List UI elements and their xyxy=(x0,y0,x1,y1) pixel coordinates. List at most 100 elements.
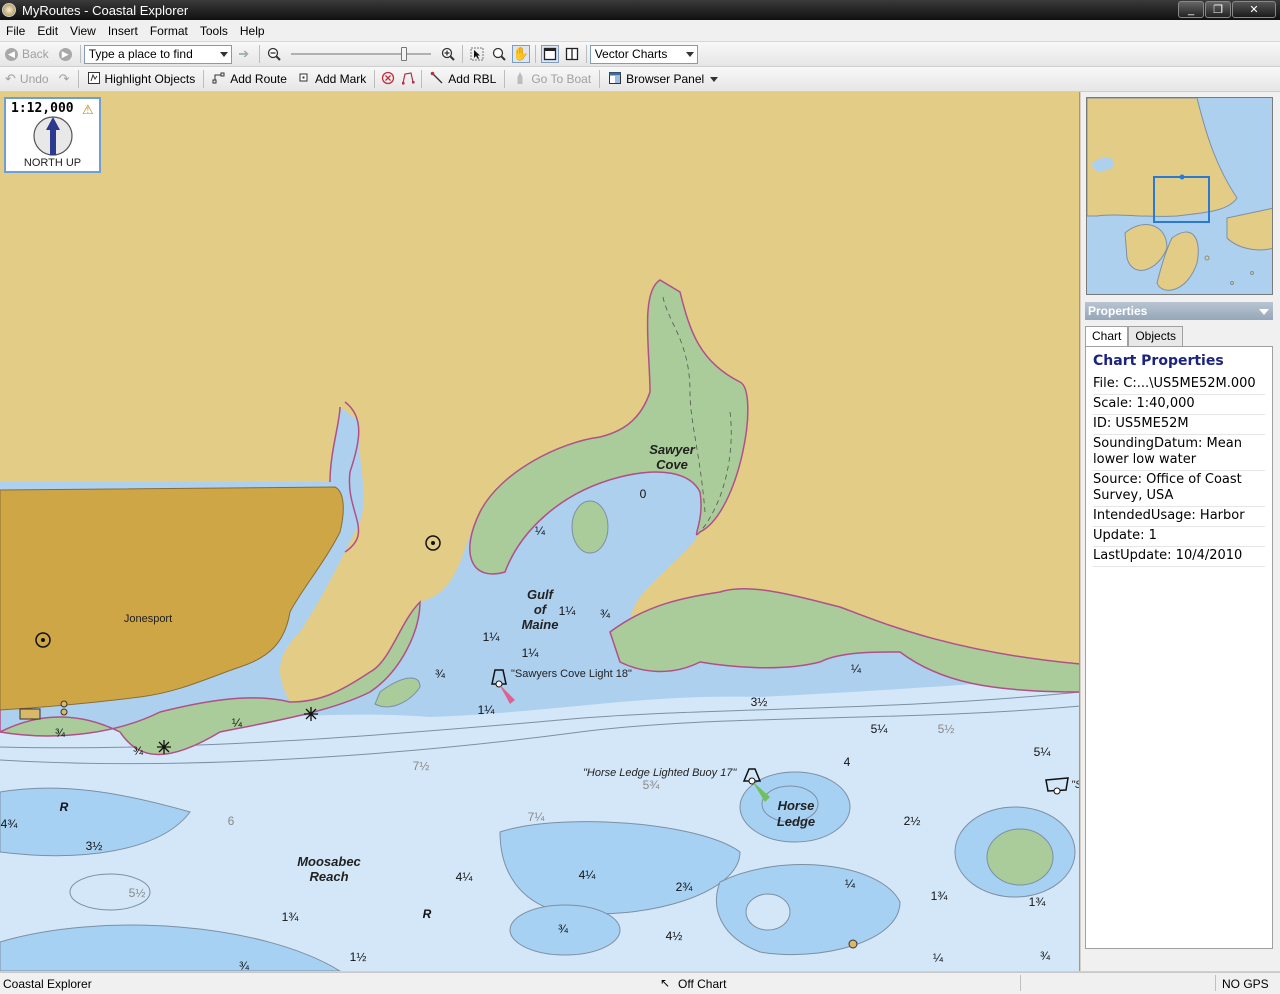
moosabec-reach-label-1: Moosabec xyxy=(297,854,361,869)
maximize-button[interactable]: ❐ xyxy=(1205,1,1231,18)
highlight-icon xyxy=(87,71,101,88)
pan-tool-button[interactable]: ✋ xyxy=(510,43,532,65)
zoom-out-button[interactable] xyxy=(263,43,285,65)
forward-button[interactable]: ▶ xyxy=(54,43,77,65)
zoom-slider-track xyxy=(290,53,431,55)
north-arrow-icon xyxy=(33,116,73,156)
sawyer-cove-label-1: Sawyer xyxy=(649,442,695,457)
sounding: 1¼ xyxy=(559,604,577,618)
properties-tabs: Chart Objects xyxy=(1085,326,1184,347)
back-button[interactable]: ◀ Back xyxy=(0,43,54,65)
overview-chart xyxy=(1087,98,1272,291)
jonesport-label: Jonesport xyxy=(124,613,172,625)
close-button[interactable]: ✕ xyxy=(1232,1,1276,18)
delete-button[interactable] xyxy=(378,68,398,90)
menu-tools[interactable]: Tools xyxy=(194,24,234,38)
redo-button[interactable]: ↷ xyxy=(54,68,75,90)
sounding: 1¼ xyxy=(478,703,496,717)
zoom-in-button[interactable] xyxy=(437,43,459,65)
back-label: Back xyxy=(22,47,49,61)
property-row: IntendedUsage: Harbor xyxy=(1093,507,1265,527)
browser-panel-button[interactable]: Browser Panel xyxy=(603,68,723,90)
toolbar-separator xyxy=(79,45,81,63)
sounding: 4¼ xyxy=(456,870,474,884)
chart-type-value: Vector Charts xyxy=(594,47,668,61)
status-app-name: Coastal Explorer xyxy=(3,977,92,991)
chart-type-select[interactable]: Vector Charts xyxy=(589,44,698,64)
go-to-boat-button[interactable]: Go To Boat xyxy=(508,68,596,90)
menu-bar: File Edit View Insert Format Tools Help xyxy=(0,20,1280,42)
app-icon xyxy=(2,3,16,17)
moosabec-reach-label-2: Reach xyxy=(309,869,348,884)
zoom-slider[interactable] xyxy=(290,47,431,61)
menu-help[interactable]: Help xyxy=(234,24,271,38)
add-rbl-button[interactable]: Add RBL xyxy=(425,68,501,90)
toolbar-separator xyxy=(421,70,423,88)
menu-edit[interactable]: Edit xyxy=(31,24,64,38)
delete-icon xyxy=(381,71,395,88)
mark-icon xyxy=(297,71,311,88)
single-pane-icon xyxy=(540,45,559,63)
zoom-tool-button[interactable] xyxy=(488,43,510,65)
measure-button[interactable] xyxy=(398,68,418,90)
sounding: 1½ xyxy=(350,950,367,964)
menu-insert[interactable]: Insert xyxy=(102,24,144,38)
zoom-slider-thumb[interactable] xyxy=(400,47,407,61)
toolbar-separator xyxy=(374,70,376,88)
sounding: ¼ xyxy=(851,662,862,676)
sounding: 5¾ xyxy=(643,778,661,792)
back-arrow-icon: ◀ xyxy=(5,47,18,61)
wreck-icon xyxy=(60,700,68,716)
sawyers-cove-light-label: "Sawyers Cove Light 18" xyxy=(511,668,632,680)
undo-button[interactable]: ↶ Undo xyxy=(0,68,54,90)
highlight-objects-button[interactable]: Highlight Objects xyxy=(82,68,201,90)
hand-icon: ✋ xyxy=(511,45,530,63)
rock-hazard-icon xyxy=(304,707,318,721)
add-rbl-label: Add RBL xyxy=(448,72,497,86)
toolbar-separator xyxy=(534,45,536,63)
properties-header[interactable]: Properties xyxy=(1085,302,1273,320)
undo-label: Undo xyxy=(19,72,49,86)
sounding: 2¾ xyxy=(676,880,694,894)
sounding: 5½ xyxy=(129,886,146,900)
forward-arrow-icon: ▶ xyxy=(58,47,72,61)
split-pane-button[interactable] xyxy=(561,43,583,65)
chevron-down-icon xyxy=(685,51,694,57)
scale-compass-box[interactable]: 1:12,000 ⚠ NORTH UP xyxy=(4,97,101,173)
menu-view[interactable]: View xyxy=(64,24,102,38)
single-pane-button[interactable] xyxy=(539,43,561,65)
tab-objects[interactable]: Objects xyxy=(1128,326,1184,346)
status-bar: Coastal Explorer ↖ Off Chart NO GPS xyxy=(0,972,1280,994)
property-row: LastUpdate: 10/4/2010 xyxy=(1093,547,1265,567)
properties-title: Properties xyxy=(1088,304,1148,318)
overview-map[interactable] xyxy=(1086,97,1273,295)
navigation-toolbar: ◀ Back ▶ Type a place to find ➔ ✋ Vector… xyxy=(0,42,1280,67)
chart-map[interactable]: Sawyer Cove Gulf of Maine Jonesport Moos… xyxy=(0,92,1080,971)
sounding: ¾ xyxy=(133,744,144,758)
chart-properties-heading: Chart Properties xyxy=(1093,353,1224,369)
highlight-objects-label: Highlight Objects xyxy=(104,72,196,86)
select-tool-button[interactable] xyxy=(466,43,488,65)
sounding: ¾ xyxy=(435,667,446,681)
pier-icon xyxy=(19,708,41,720)
go-search-button[interactable]: ➔ xyxy=(232,43,256,65)
tab-chart[interactable]: Chart xyxy=(1085,326,1129,347)
place-search-combo[interactable]: Type a place to find xyxy=(83,44,232,64)
warning-icon: ⚠ xyxy=(82,102,94,117)
go-arrow-icon: ➔ xyxy=(238,46,250,61)
sounding: 1¾ xyxy=(282,910,300,924)
orientation-label: NORTH UP xyxy=(23,157,82,169)
menu-format[interactable]: Format xyxy=(144,24,194,38)
add-route-button[interactable]: Add Route xyxy=(207,68,292,90)
sounding: ¼ xyxy=(535,524,546,538)
chevron-down-icon xyxy=(219,51,228,57)
add-mark-button[interactable]: Add Mark xyxy=(292,68,371,90)
rbl-icon xyxy=(430,71,444,88)
sounding: ¾ xyxy=(55,726,66,740)
minimize-button[interactable]: _ xyxy=(1178,1,1204,18)
boat-icon xyxy=(513,71,527,88)
browser-panel-label: Browser Panel xyxy=(626,72,705,86)
measure-icon xyxy=(401,71,415,88)
menu-file[interactable]: File xyxy=(0,24,31,38)
sounding: 1¾ xyxy=(1029,895,1047,909)
